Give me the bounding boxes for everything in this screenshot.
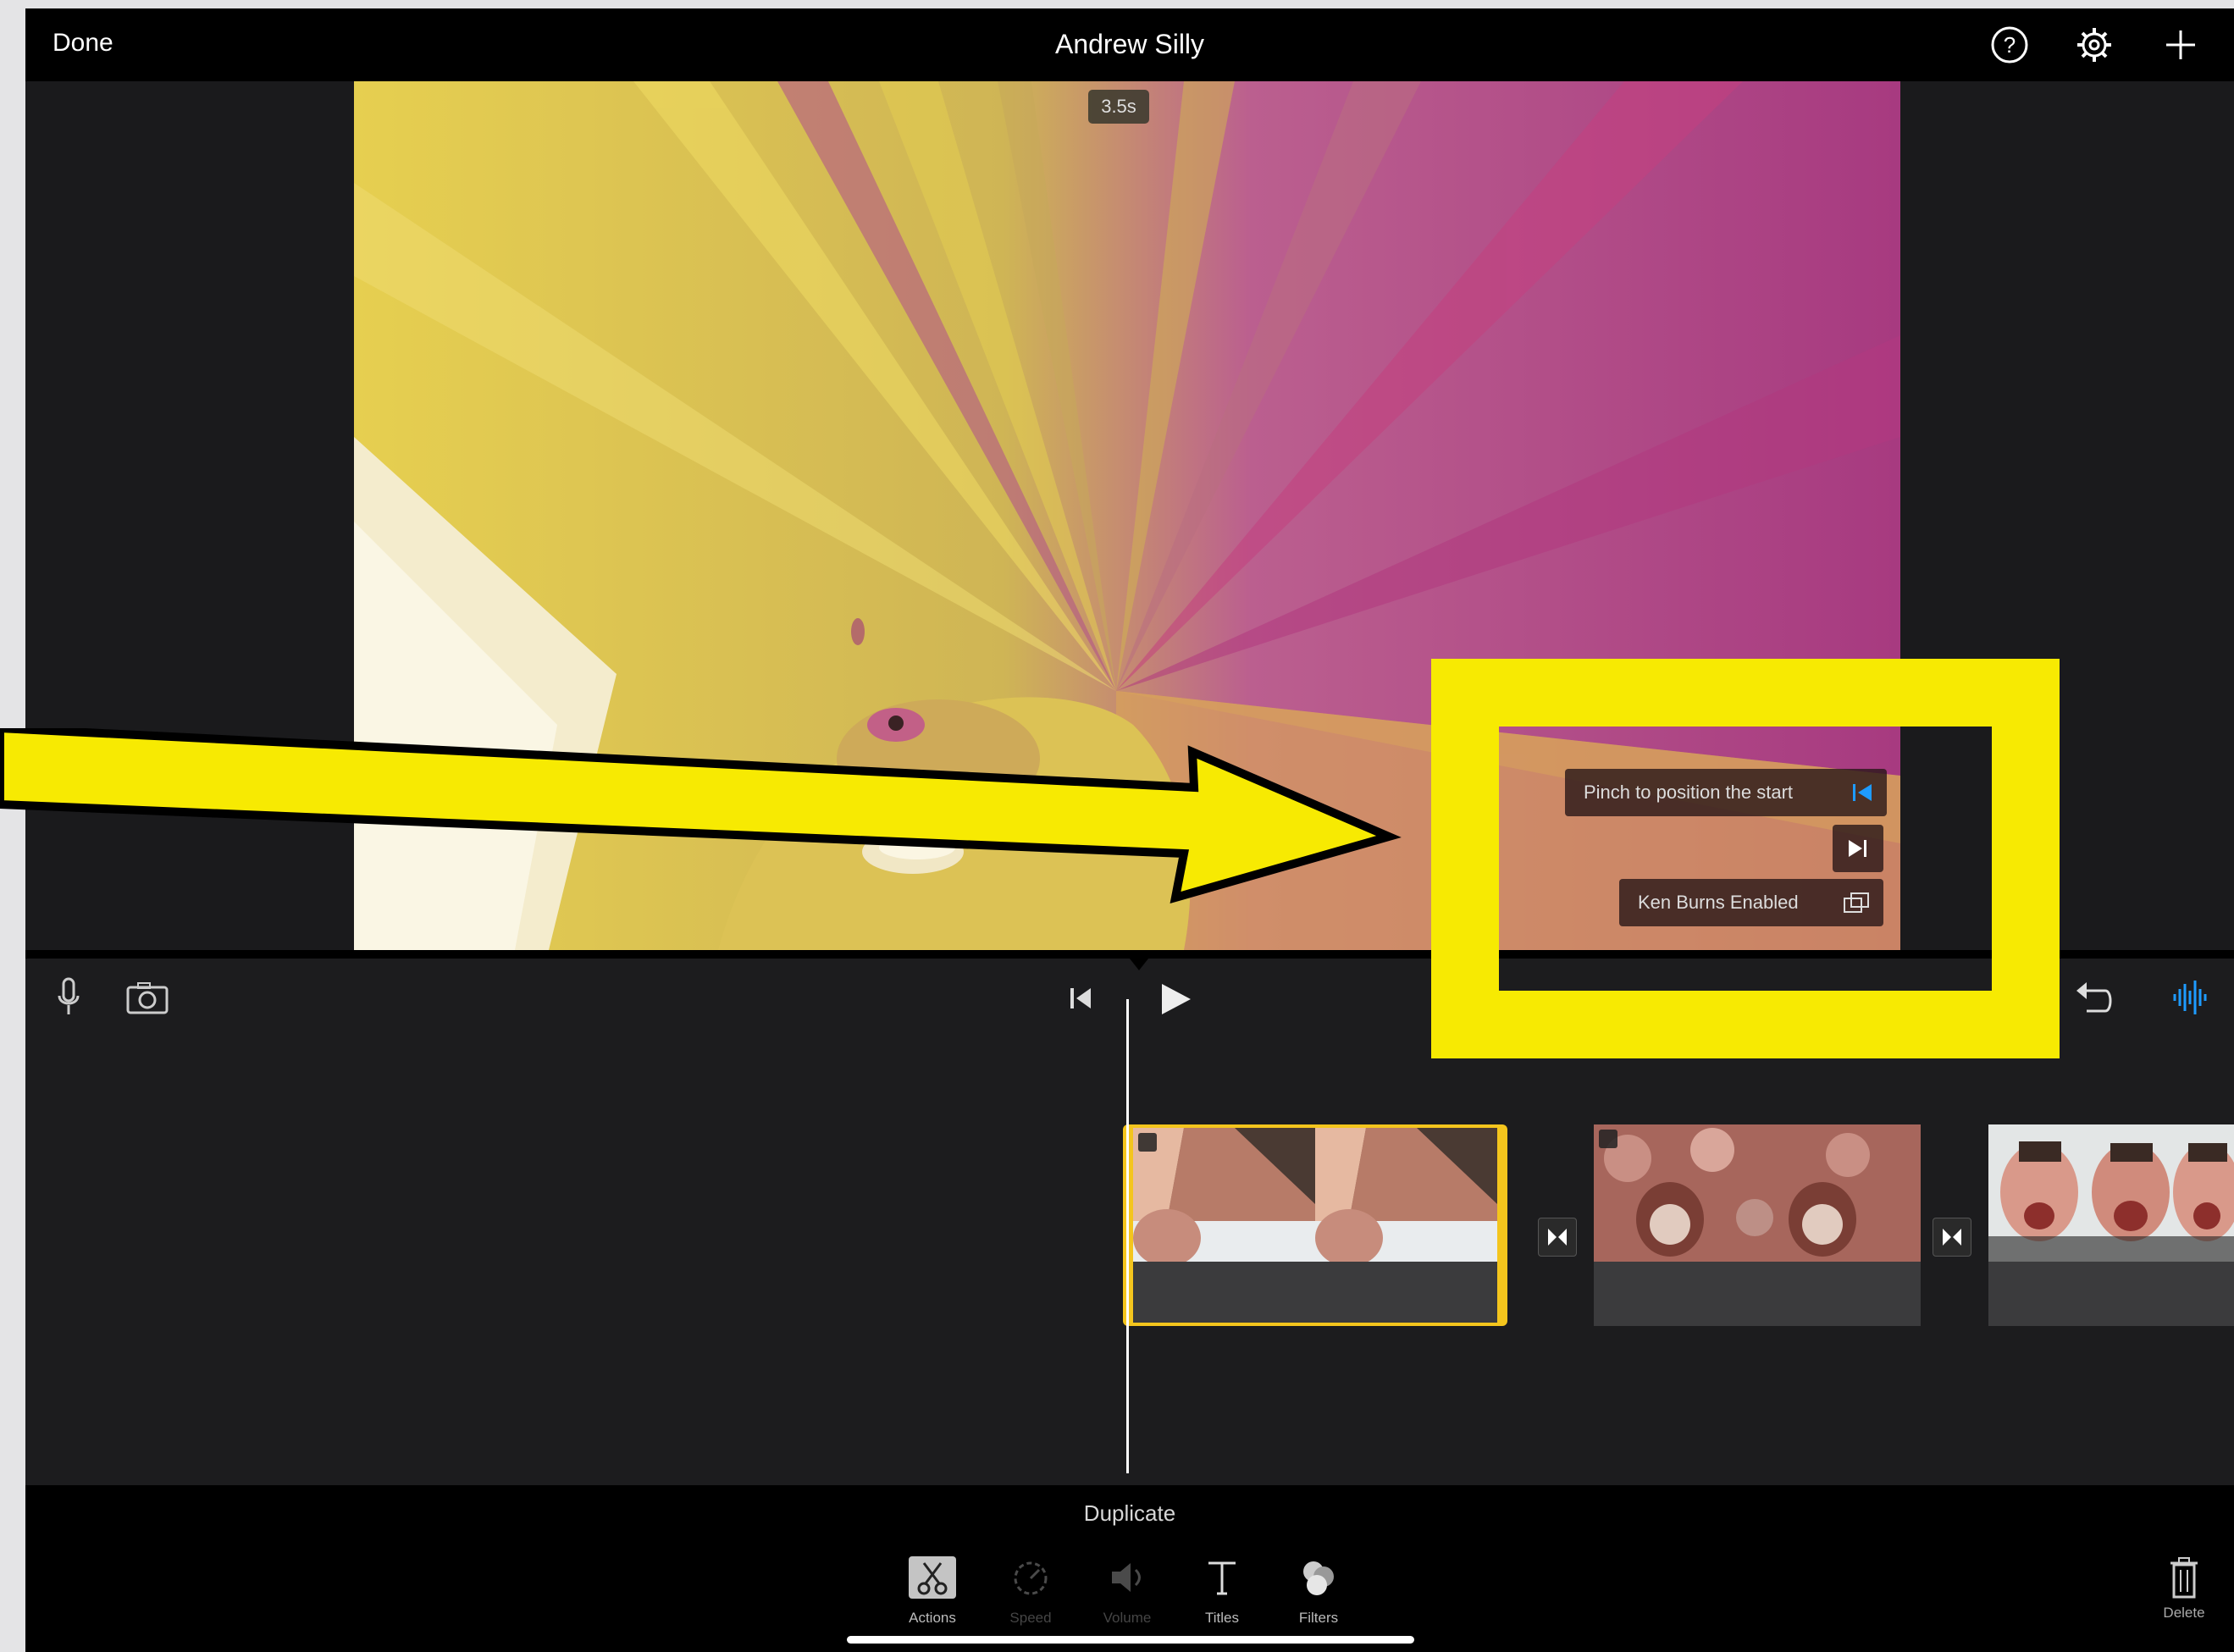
- trash-icon: [2170, 1557, 2198, 1599]
- clip-2-audio-track: [1594, 1262, 1921, 1326]
- clip-1-audio-track: [1133, 1262, 1497, 1323]
- speedometer-icon: [1014, 1561, 1048, 1595]
- playhead-line[interactable]: [1126, 999, 1129, 1473]
- tool-titles-label: Titles: [1205, 1610, 1239, 1626]
- clip-3-audio-track: [1988, 1262, 2234, 1326]
- transition-button-1[interactable]: [1538, 1218, 1577, 1257]
- clip-3-thumbnails: [1988, 1124, 2234, 1262]
- transition-button-2[interactable]: [1933, 1218, 1971, 1257]
- tool-filters-label: Filters: [1298, 1610, 1339, 1626]
- delete-button[interactable]: Delete: [2154, 1555, 2214, 1622]
- project-title: Andrew Silly: [1054, 29, 1205, 59]
- timeline-clip-3[interactable]: [1988, 1124, 2234, 1326]
- tool-actions-label: Actions: [909, 1610, 956, 1626]
- tool-speed-label: Speed: [1009, 1610, 1052, 1626]
- tool-volume[interactable]: Volume: [1089, 1555, 1165, 1627]
- skip-to-start-icon[interactable]: [1069, 986, 1092, 1011]
- delete-label: Delete: [2163, 1605, 2205, 1621]
- tool-actions[interactable]: Actions: [894, 1555, 970, 1627]
- tool-volume-label: Volume: [1103, 1610, 1152, 1626]
- playhead-marker-icon: [1123, 950, 1155, 970]
- play-icon[interactable]: [1157, 981, 1194, 1018]
- svg-text:?: ?: [2004, 32, 2016, 58]
- timeline-clip-2[interactable]: [1594, 1124, 1921, 1326]
- tool-filters[interactable]: Filters: [1280, 1555, 1357, 1627]
- camera-icon[interactable]: [125, 981, 169, 1016]
- tool-titles[interactable]: Titles: [1184, 1555, 1260, 1627]
- clip-1-thumbnails: [1133, 1128, 1497, 1267]
- transition-bowtie-icon: [1943, 1229, 1961, 1246]
- settings-icon[interactable]: [2073, 24, 2115, 66]
- tool-speed[interactable]: Speed: [993, 1555, 1069, 1627]
- top-navigation-bar: Done Andrew Silly ?: [25, 8, 2234, 81]
- add-icon[interactable]: [2159, 24, 2202, 66]
- scissors-icon: [909, 1556, 956, 1599]
- transition-bowtie-icon: [1548, 1229, 1567, 1246]
- filters-circles-icon: [1303, 1561, 1334, 1595]
- timeline-clip-1-selected[interactable]: [1123, 1124, 1507, 1326]
- microphone-icon[interactable]: [54, 977, 83, 1019]
- clip-2-thumbnails: [1594, 1124, 1921, 1262]
- home-indicator: [847, 1636, 1414, 1644]
- undo-icon[interactable]: [2075, 979, 2115, 1016]
- audio-waveform-icon[interactable]: [2171, 979, 2210, 1016]
- annotation-arrow: [0, 728, 1402, 904]
- text-t-icon: [1208, 1561, 1236, 1595]
- duplicate-action-label[interactable]: Duplicate: [25, 1500, 2234, 1527]
- speaker-icon: [1112, 1563, 1141, 1592]
- help-icon[interactable]: ?: [1988, 24, 2031, 66]
- clip-duration-badge: 3.5s: [1088, 90, 1149, 124]
- annotation-highlight-box: [1431, 659, 2060, 1058]
